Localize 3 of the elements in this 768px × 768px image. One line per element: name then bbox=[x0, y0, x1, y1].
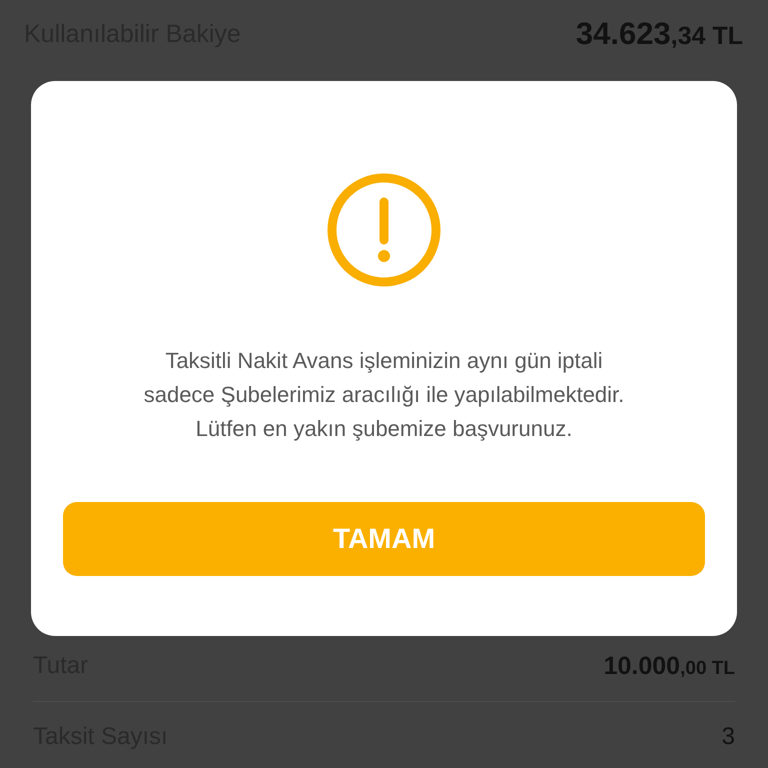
ok-button[interactable]: TAMAM bbox=[63, 502, 705, 576]
warning-icon bbox=[326, 172, 442, 288]
alert-message: Taksitli Nakit Avans işleminizin aynı gün iptali sadece Şubelerimiz aracılığı ile yapılabilmektedir. Lütfen en yakın şubemize başvurunuz. bbox=[144, 347, 624, 443]
